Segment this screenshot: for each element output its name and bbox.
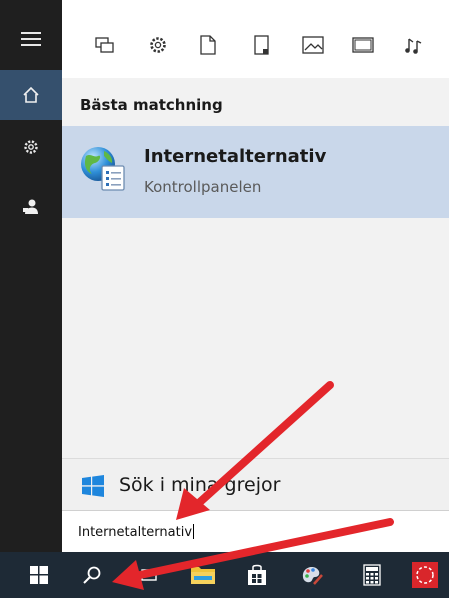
photos-filter-icon[interactable] xyxy=(300,32,326,58)
apps-filter-icon[interactable] xyxy=(92,32,118,58)
search-icon[interactable] xyxy=(75,558,109,592)
settings-gear-icon[interactable] xyxy=(0,122,62,172)
feedback-icon[interactable] xyxy=(0,182,62,232)
text-caret xyxy=(193,524,195,539)
file-explorer-icon[interactable] xyxy=(186,558,220,592)
paint-icon[interactable] xyxy=(295,558,329,592)
result-subtitle: Kontrollpanelen xyxy=(144,178,262,196)
store-icon[interactable] xyxy=(240,558,274,592)
left-rail xyxy=(0,0,62,552)
settings-filter-icon[interactable] xyxy=(145,32,171,58)
search-my-stuff-button[interactable]: Sök i mina grejor xyxy=(62,458,449,510)
taskbar xyxy=(0,552,449,598)
calculator-icon[interactable] xyxy=(355,558,389,592)
search-panel: Bästa matchning Internetalternativ Kontr… xyxy=(62,0,449,552)
documents-filter-icon[interactable] xyxy=(195,32,221,58)
search-input-value: Internetalternativ xyxy=(78,524,195,540)
red-app-icon[interactable] xyxy=(408,558,442,592)
home-icon[interactable] xyxy=(0,70,62,120)
folders-filter-icon[interactable] xyxy=(249,32,275,58)
hamburger-menu-icon[interactable] xyxy=(0,14,62,64)
result-title: Internetalternativ xyxy=(144,146,327,167)
results-list: Bästa matchning Internetalternativ Kontr… xyxy=(62,78,449,458)
search-input[interactable]: Internetalternativ xyxy=(62,510,449,552)
videos-filter-icon[interactable] xyxy=(350,32,376,58)
start-windows-icon[interactable] xyxy=(22,558,56,592)
task-view-icon[interactable] xyxy=(133,558,167,592)
internet-options-globe-icon xyxy=(78,144,128,194)
search-my-stuff-label: Sök i mina grejor xyxy=(119,474,281,496)
windows-logo-icon xyxy=(82,475,104,497)
best-match-result[interactable]: Internetalternativ Kontrollpanelen xyxy=(62,126,449,218)
section-header: Bästa matchning xyxy=(80,96,223,114)
music-filter-icon[interactable] xyxy=(401,32,427,58)
filter-bar xyxy=(62,0,449,78)
search-query-text: Internetalternativ xyxy=(78,525,193,540)
